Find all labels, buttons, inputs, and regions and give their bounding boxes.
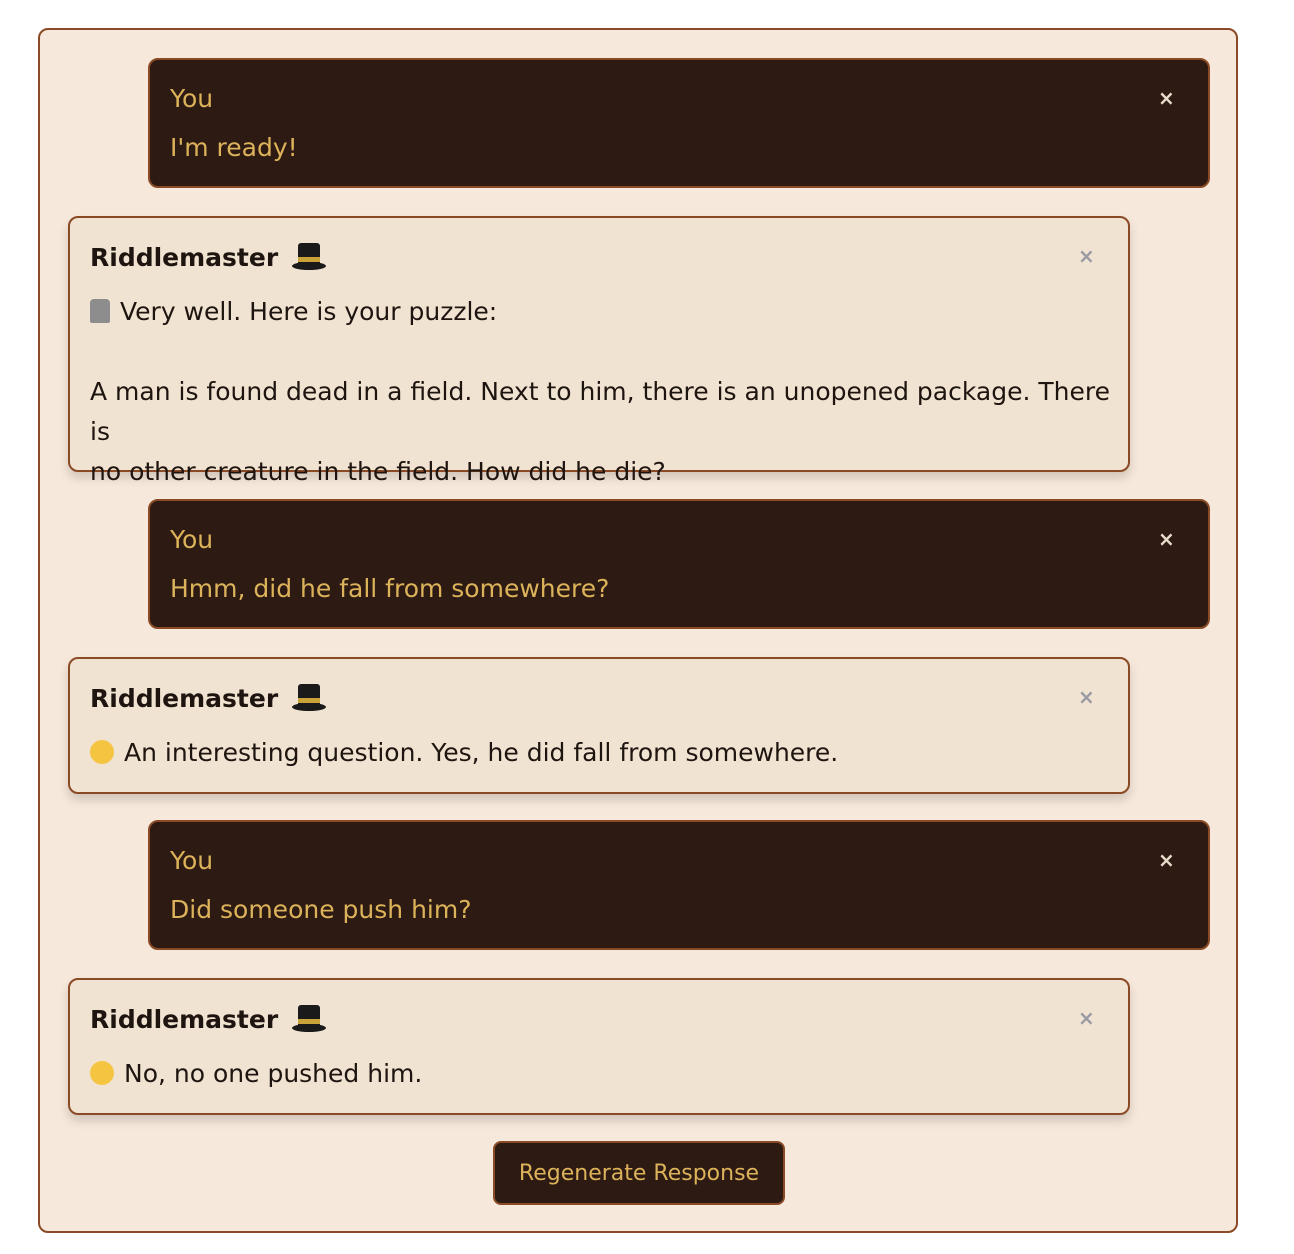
close-icon[interactable]: ×: [1078, 687, 1095, 707]
regenerate-response-button[interactable]: Regenerate Response: [493, 1141, 785, 1205]
message-sender: You: [170, 846, 214, 875]
moai-icon: [90, 299, 110, 323]
user-message: You × Hmm, did he fall from somewhere?: [148, 499, 1210, 629]
face-with-monocle-icon: [90, 740, 114, 764]
message-sender: Riddlemaster: [90, 242, 327, 272]
chat-panel: You × I'm ready! Riddlemaster × Very wel…: [38, 28, 1238, 1233]
message-sender: Riddlemaster: [90, 683, 327, 713]
message-sender: You: [170, 84, 214, 113]
user-message: You × I'm ready!: [148, 58, 1210, 188]
message-line: An interesting question. Yes, he did fal…: [124, 738, 839, 767]
sender-name: Riddlemaster: [90, 1004, 279, 1034]
message-text: Hmm, did he fall from somewhere?: [170, 569, 609, 609]
message-line: Very well. Here is your puzzle:: [120, 297, 498, 326]
message-line: No, no one pushed him.: [124, 1059, 423, 1088]
close-icon[interactable]: ×: [1158, 88, 1175, 108]
sender-name: Riddlemaster: [90, 683, 279, 713]
close-icon[interactable]: ×: [1158, 529, 1175, 549]
message-sender: Riddlemaster: [90, 1004, 327, 1034]
sender-name: Riddlemaster: [90, 242, 279, 272]
message-line: I'm ready!: [170, 133, 298, 162]
message-line: no other creature in the field. How did …: [90, 457, 666, 486]
message-text: An interesting question. Yes, he did fal…: [90, 733, 1110, 773]
close-icon[interactable]: ×: [1078, 1008, 1095, 1028]
close-icon[interactable]: ×: [1078, 246, 1095, 266]
message-text: No, no one pushed him.: [90, 1054, 1110, 1094]
message-line: Hmm, did he fall from somewhere?: [170, 574, 610, 603]
message-text: Very well. Here is your puzzle: A man is…: [90, 292, 1110, 492]
close-icon[interactable]: ×: [1158, 850, 1175, 870]
top-hat-icon: [292, 683, 327, 713]
thinking-face-icon: [90, 1061, 114, 1085]
top-hat-icon: [292, 1004, 327, 1034]
bot-message: Riddlemaster × An interesting question. …: [68, 657, 1130, 794]
message-sender: You: [170, 525, 214, 554]
message-line: Did someone push him?: [170, 895, 472, 924]
top-hat-icon: [292, 242, 327, 272]
bot-message: Riddlemaster × Very well. Here is your p…: [68, 216, 1130, 486]
user-message: You × Did someone push him?: [148, 820, 1210, 950]
message-line: A man is found dead in a field. Next to …: [90, 377, 1110, 446]
message-text: Did someone push him?: [170, 890, 471, 930]
message-text: I'm ready!: [170, 128, 298, 168]
bot-message: Riddlemaster × No, no one pushed him.: [68, 978, 1130, 1115]
